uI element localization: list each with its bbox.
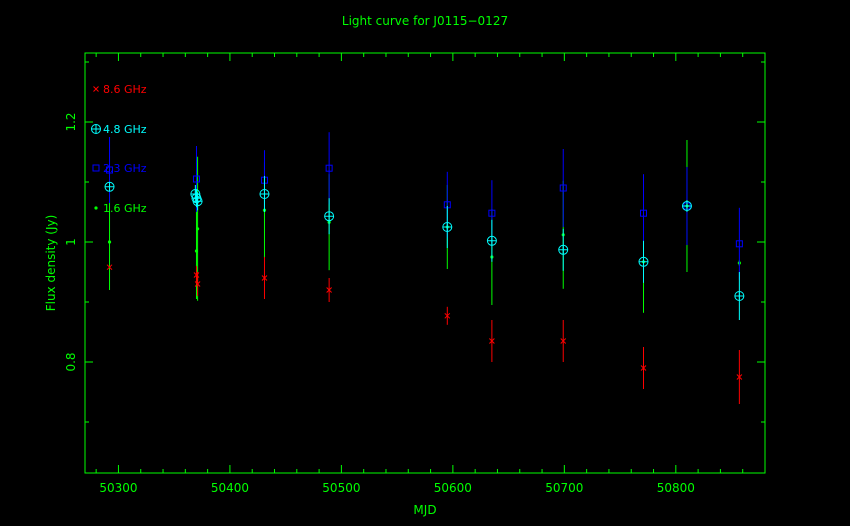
- legend-item: 4.8 GHz: [91, 123, 147, 136]
- chart-title: Light curve for J0115−0127: [342, 14, 508, 28]
- x-tick-labels: 50300 50400 50500 50600 50700 50800: [99, 481, 695, 495]
- data-point: [442, 222, 453, 232]
- legend-item: 1.6 GHz: [94, 202, 147, 215]
- x-tick-label: 50600: [434, 481, 472, 495]
- data-point: [259, 189, 270, 199]
- legend-marker: [92, 164, 100, 172]
- x-axis-label: MJD: [413, 503, 436, 517]
- data-point: [192, 196, 203, 207]
- plot-frame: [84, 52, 766, 474]
- light-curve-chart: Light curve for J0115−0127 50300 50400 505…: [44, 14, 766, 517]
- data-point: [324, 211, 335, 222]
- legend-label: 4.8 GHz: [103, 123, 147, 136]
- data-point: [104, 181, 115, 192]
- data-point: [638, 256, 649, 267]
- data-point: [486, 235, 497, 246]
- series-8-6-ghz: [106, 257, 743, 404]
- series-1-6-ghz: [107, 140, 741, 313]
- legend-item: 2.3 GHz: [92, 162, 147, 175]
- data-point: [107, 240, 112, 244]
- data-point: [681, 201, 692, 211]
- legend: 8.6 GHz 4.8 GHz 2.3 GHz 1.6 GHz: [91, 83, 147, 215]
- data-marks: [104, 132, 745, 404]
- legend-item: 8.6 GHz: [93, 83, 147, 96]
- y-tick-label: 0.8: [64, 352, 78, 371]
- series-2-3-ghz: [106, 132, 743, 280]
- x-tick-label: 50400: [211, 481, 249, 495]
- x-tick-label: 50500: [322, 481, 360, 495]
- y-tick-labels: 0.8 1 1.2: [64, 112, 78, 371]
- data-point: [734, 291, 745, 301]
- y-axis-label: Flux density (Jy): [44, 215, 58, 312]
- legend-marker: [94, 206, 98, 210]
- x-tick-label: 50800: [657, 481, 695, 495]
- axis-ticks: [85, 53, 766, 473]
- legend-label: 2.3 GHz: [103, 162, 147, 175]
- x-tick-label: 50700: [545, 481, 583, 495]
- y-tick-label: 1: [64, 238, 78, 246]
- legend-label: 8.6 GHz: [103, 83, 147, 96]
- data-point: [558, 244, 569, 255]
- y-tick-label: 1.2: [64, 112, 78, 131]
- legend-label: 1.6 GHz: [103, 202, 147, 215]
- series-4-8-ghz: [104, 176, 745, 320]
- data-point: [195, 227, 200, 231]
- legend-marker: [91, 124, 101, 134]
- legend-marker: [93, 86, 99, 92]
- x-tick-label: 50300: [99, 481, 137, 495]
